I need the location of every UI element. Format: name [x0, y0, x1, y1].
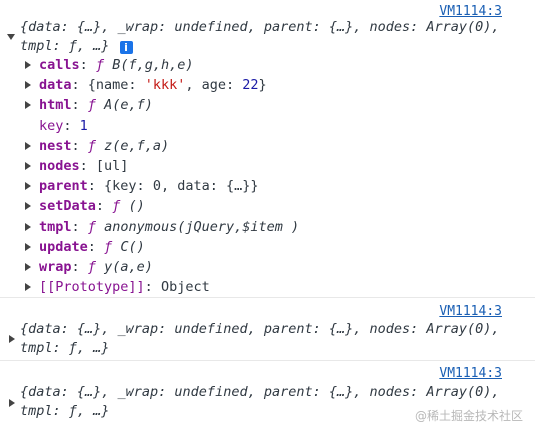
property-colon: :: [71, 259, 88, 275]
value-segment: }: [258, 77, 267, 93]
summary-line-1: {data: {…}, _wrap: undefined, parent: {……: [20, 384, 500, 400]
property-row[interactable]: data: {name: 'kkk', age: 22}: [39, 75, 267, 95]
property-colon: :: [63, 118, 80, 134]
summary-line-1: {data: {…}, _wrap: undefined, parent: {……: [20, 321, 500, 337]
property-row[interactable]: calls: ƒ B(f,g,h,e): [39, 55, 193, 75]
property-colon: :: [79, 158, 96, 174]
summary-line-1: {data: {…}, _wrap: undefined, parent: {……: [20, 19, 500, 35]
property-value: {key: 0, data: {…}}: [104, 178, 259, 194]
function-glyph: ƒ: [87, 138, 96, 154]
property-key: data: [39, 77, 72, 93]
source-link[interactable]: VM1114:3: [439, 304, 502, 319]
expand-arrow-icon[interactable]: [25, 61, 31, 69]
property-row[interactable]: setData: ƒ (): [39, 196, 145, 216]
expand-arrow-icon[interactable]: [25, 223, 31, 231]
property-row: key: 1: [39, 116, 88, 136]
value-segment: 'kkk': [144, 77, 186, 93]
function-glyph: ƒ: [104, 239, 113, 255]
property-key: tmpl: [39, 219, 72, 235]
property-colon: :: [79, 57, 96, 73]
property-row[interactable]: [[Prototype]]: Object: [39, 277, 210, 297]
property-value: {name: 'kkk', age: 22}: [88, 77, 267, 93]
property-colon: :: [71, 219, 88, 235]
property-value: (): [128, 198, 145, 214]
value-segment: {name:: [87, 77, 145, 93]
property-value: B(f,g,h,e): [112, 57, 194, 73]
collapse-arrow-icon[interactable]: [7, 34, 15, 40]
summary-line-2: tmpl: ƒ, …}: [20, 38, 110, 54]
property-key: update: [39, 239, 88, 255]
property-colon: :: [95, 198, 113, 214]
expand-arrow-icon[interactable]: [25, 243, 31, 251]
expand-arrow-icon[interactable]: [25, 101, 31, 109]
property-colon: :: [87, 178, 105, 194]
object-summary[interactable]: {data: {…}, _wrap: undefined, parent: {……: [20, 320, 520, 358]
property-row[interactable]: nodes: [ul]: [39, 156, 128, 176]
property-value: A(e,f): [104, 97, 153, 113]
console-entry-collapsed: VM1114:3 {data: {…}, _wrap: undefined, p…: [0, 298, 535, 360]
property-value: [ul]: [95, 158, 129, 174]
summary-line-2: tmpl: ƒ, …}: [20, 340, 110, 356]
property-key: nest: [39, 138, 72, 154]
value-segment: 22: [242, 77, 259, 93]
property-row[interactable]: update: ƒ C(): [39, 237, 145, 257]
expand-arrow-icon[interactable]: [9, 335, 15, 343]
console-entry-expanded: VM1114:3 {data: {…}, _wrap: undefined, p…: [0, 0, 535, 297]
property-value: anonymous(jQuery,$item ): [104, 219, 300, 235]
property-value: y(a,e): [104, 259, 153, 275]
property-colon: :: [71, 138, 88, 154]
property-colon: :: [144, 279, 161, 295]
property-value: z(e,f,a): [104, 138, 170, 154]
property-row[interactable]: nest: ƒ z(e,f,a): [39, 136, 169, 156]
value-segment: , age:: [185, 77, 243, 93]
property-key: html: [39, 97, 72, 113]
info-icon[interactable]: i: [119, 41, 133, 54]
property-key: calls: [39, 57, 80, 73]
function-glyph: ƒ: [95, 57, 105, 73]
property-key: setData: [39, 198, 96, 214]
expand-arrow-icon[interactable]: [25, 81, 31, 89]
expand-arrow-icon[interactable]: [25, 182, 31, 190]
property-value: Object: [160, 279, 210, 295]
expand-arrow-icon[interactable]: [9, 399, 15, 407]
property-row[interactable]: wrap: ƒ y(a,e): [39, 257, 153, 277]
property-value: C(): [120, 239, 145, 255]
expand-arrow-icon[interactable]: [25, 142, 31, 150]
property-colon: :: [71, 77, 88, 93]
expand-arrow-icon[interactable]: [25, 202, 31, 210]
expand-arrow-icon[interactable]: [25, 162, 31, 170]
property-row[interactable]: html: ƒ A(e,f): [39, 95, 153, 115]
property-key: nodes: [39, 158, 80, 174]
property-key: wrap: [39, 259, 72, 275]
function-glyph: ƒ: [112, 198, 121, 214]
property-row[interactable]: tmpl: ƒ anonymous(jQuery,$item ): [39, 217, 299, 237]
function-glyph: ƒ: [87, 259, 96, 275]
function-glyph: ƒ: [87, 97, 96, 113]
expand-arrow-icon[interactable]: [25, 263, 31, 271]
property-key: [[Prototype]]: [39, 279, 145, 295]
property-row[interactable]: parent: {key: 0, data: {…}}: [39, 176, 258, 196]
property-value: 1: [79, 118, 88, 134]
property-colon: :: [71, 97, 88, 113]
property-key: parent: [39, 178, 88, 194]
property-key: key: [39, 118, 64, 134]
source-link[interactable]: VM1114:3: [439, 366, 502, 381]
property-colon: :: [87, 239, 105, 255]
object-summary[interactable]: {data: {…}, _wrap: undefined, parent: {……: [20, 18, 520, 56]
watermark: @稀土掘金技术社区: [414, 409, 523, 423]
function-glyph: ƒ: [87, 219, 96, 235]
source-link[interactable]: VM1114:3: [439, 4, 502, 19]
expand-arrow-icon[interactable]: [25, 283, 31, 291]
